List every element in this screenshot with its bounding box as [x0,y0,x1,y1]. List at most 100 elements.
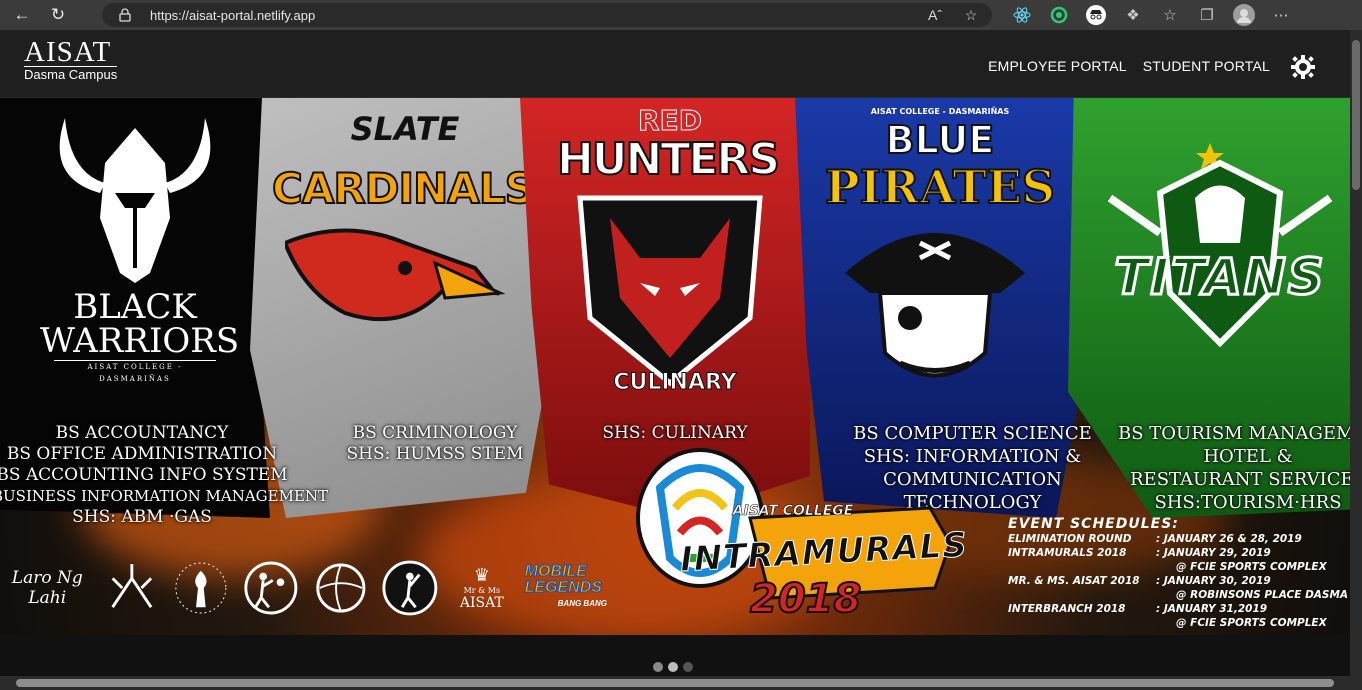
sports-icons-row: Laro Ng Lahi ♛ Mr & Ms AISAT MOBILE LEGE… [0,548,640,628]
aisat-label: AISAT [459,595,504,611]
red-text: RED [638,104,703,138]
collections-icon[interactable]: ❐ [1195,3,1219,27]
mobile-legends-logo: MOBILE LEGENDS BANG BANG [524,558,640,618]
scrollbar-thumb[interactable] [1352,40,1360,190]
team-name-line2: WARRIORS [40,321,240,361]
culinary-text: CULINARY [613,370,737,396]
extensions-bar: ❖ ☆ ❐ ⋯ [1010,3,1293,27]
course-list-titans: BS TOURISM MANAGEMENT HOTEL & RESTAURANT… [1118,422,1350,514]
horizontal-scrollbar[interactable] [0,676,1350,690]
warrior-helmet-icon [59,118,211,283]
course-item: BS COMPUTER SCIENCE [853,423,1092,444]
course-item: BS ACCOUNTING INFO SYSTEM [0,465,288,485]
browser-toolbar: ← ↻ https://aisat-portal.netlify.app Aˆ … [0,0,1362,30]
event-date: : JANUARY 31,2019 [1156,603,1268,615]
employee-portal-link[interactable]: EMPLOYEE PORTAL [988,58,1127,74]
intramurals-banner: BLACK WARRIORS AISAT COLLEGE - DASMARIÑA… [0,98,1350,635]
team-subtitle: AISAT COLLEGE - DASMARIÑAS [54,360,216,385]
event-date: : JANUARY 26 & 28, 2019 [1156,533,1302,545]
scrollbar-thumb[interactable] [16,679,1334,687]
chess-icon [175,562,227,614]
event-row: MR. & MS. AISAT 2018 : JANUARY 30, 2019 [1008,574,1348,588]
read-aloud-icon[interactable]: Aˆ [924,4,946,26]
theme-toggle-icon[interactable] [1290,54,1316,80]
course-item: BS TOURISM MANAGEMENT [1118,423,1350,444]
course-item: BS CRIMINOLOGY [352,423,518,443]
react-devtools-icon[interactable] [1010,3,1034,27]
black-warriors-logo-text: BLACK WARRIORS AISAT COLLEGE - DASMARIÑA… [40,287,240,385]
cardinals-text: CARDINALS [271,163,536,214]
spy-extension-icon[interactable] [1084,3,1108,27]
pirates-text: PIRATES [824,159,1056,215]
event-schedules-title: EVENT SCHEDULES: [1008,516,1179,532]
refresh-icon[interactable]: ↻ [44,1,72,29]
vertical-scrollbar[interactable] [1350,30,1362,690]
basketball-player-icon [382,560,438,616]
event-row: INTERBRANCH 2018 : JANUARY 31,2019 [1008,602,1348,616]
event-name: MR. & MS. AISAT 2018 [1008,575,1140,587]
course-item: BUSINESS INFORMATION MANAGEMENT [0,487,329,505]
darts-icon [110,563,152,609]
team-subtitle: AISAT COLLEGE - DASMARIÑAS [870,107,1010,116]
favorites-icon[interactable]: ☆ [1158,3,1182,27]
event-venue: @ FCIE SPORTS COMPLEX [1176,561,1327,573]
mobile-legends-text: MOBILE LEGENDS [524,563,602,596]
event-venue: @ ROBINSONS PLACE DASMA [1176,589,1349,601]
slate-text: SLATE [350,110,460,148]
profile-avatar-icon[interactable] [1232,3,1256,27]
event-name: INTERBRANCH 2018 [1008,603,1126,615]
pirate-skull-icon [845,233,1025,378]
address-bar[interactable]: https://aisat-portal.netlify.app [102,3,992,27]
event-row: INTRAMURALS 2018 : JANUARY 29, 2019 [1008,546,1348,560]
titans-text: TITANS [1113,247,1326,308]
bang-bang-text: BANG BANG [557,599,607,608]
wolf-shield-icon [577,195,763,387]
lock-icon [119,8,131,22]
extensions-puzzle-icon[interactable]: ❖ [1121,3,1145,27]
course-item: SHS: HUMSS STEM [346,444,524,464]
carousel-dot[interactable] [683,662,693,672]
event-name: INTRAMURALS 2018 [1008,547,1127,559]
url-text[interactable]: https://aisat-portal.netlify.app [150,8,315,23]
course-list-slate-cardinals: BS CRIMINOLOGY SHS: HUMSS STEM [320,423,550,465]
more-menu-icon[interactable]: ⋯ [1269,3,1293,27]
volleyball-players-icon [244,561,298,615]
course-list-black-warriors: BS ACCOUNTANCY BS OFFICE ADMINISTRATION … [0,423,329,528]
intramurals-college-text: AISAT COLLEGE [732,503,854,520]
student-portal-link[interactable]: STUDENT PORTAL [1143,58,1270,74]
event-date: : JANUARY 29, 2019 [1156,547,1271,559]
site-header: AISAT Dasma Campus EMPLOYEE PORTAL STUDE… [0,30,1350,98]
header-nav: EMPLOYEE PORTAL STUDENT PORTAL [988,58,1270,74]
course-item: HOTEL & [1203,446,1293,467]
cardinal-bird-icon [285,228,505,322]
event-name: ELIMINATION ROUND [1008,533,1132,545]
aisat-logo[interactable]: AISAT Dasma Campus [24,36,118,82]
logo-title: AISAT [24,36,112,68]
volleyball-icon [315,563,366,613]
intramurals-year-text: 2018 [749,575,862,623]
course-item: BS ACCOUNTANCY [55,423,229,443]
course-item: SHS: ABM ·GAS [72,507,212,527]
course-item: BS OFFICE ADMINISTRATION [6,444,278,464]
carousel-indicators [653,662,693,672]
back-icon[interactable]: ← [8,1,36,29]
course-item: SHS: CULINARY [602,423,748,443]
hunters-text: HUNTERS [556,133,781,186]
event-date: : JANUARY 30, 2019 [1156,575,1271,587]
laro-ng-lahi-icon: Laro Ng Lahi [11,568,83,608]
course-item: RESTAURANT SERVICES [1130,469,1350,490]
add-favorite-icon[interactable]: ☆ [960,4,982,26]
event-row: ELIMINATION ROUND : JANUARY 26 & 28, 2019 [1008,532,1348,546]
mr-ms-label: Mr & Ms [463,586,501,595]
carousel-dot-active[interactable] [668,662,678,672]
course-list-red-hunters: SHS: CULINARY [590,423,760,444]
team-name-line1: BLACK [73,287,197,327]
blue-text: BLUE [885,117,996,163]
course-item: SHS:TOURISM·HRS [1154,492,1342,513]
address-actions: Aˆ ☆ [924,4,982,26]
mr-ms-aisat-icon: ♛ Mr & Ms AISAT [451,558,513,618]
carousel-dot[interactable] [653,662,663,672]
event-venue: @ FCIE SPORTS COMPLEX [1176,617,1327,629]
green-extension-icon[interactable] [1047,3,1071,27]
crown-icon: ♛ [473,565,490,585]
